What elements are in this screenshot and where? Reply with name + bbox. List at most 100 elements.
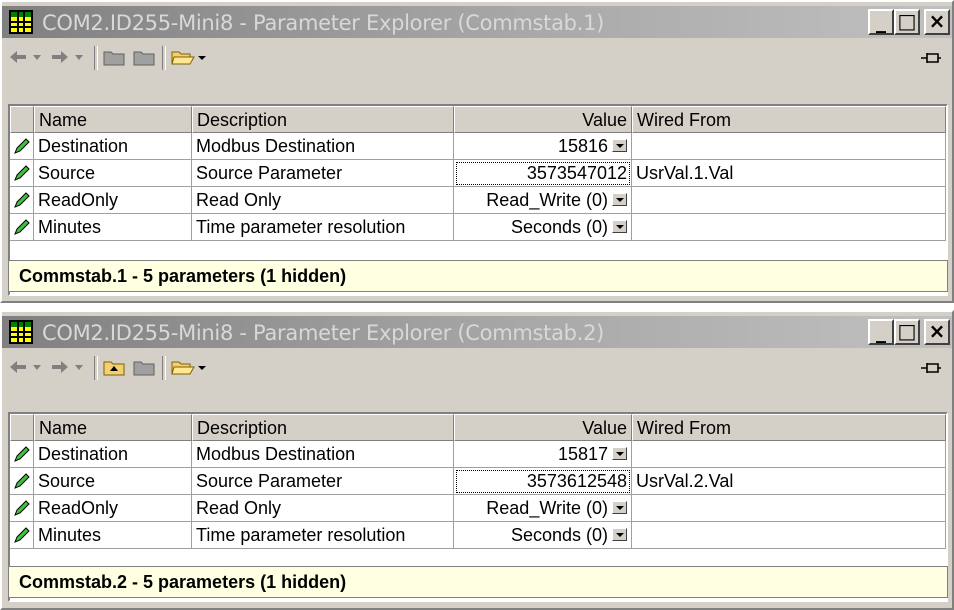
pencil-icon <box>14 192 30 208</box>
title-bar[interactable]: COM2.ID255-Mini8 - Parameter Explorer (C… <box>2 6 952 38</box>
cell-description: Read Only <box>192 187 454 214</box>
toolbar <box>2 40 952 74</box>
cell-name: Source <box>34 468 192 495</box>
dropdown-arrow-icon[interactable] <box>612 192 627 206</box>
row-marker <box>10 214 34 241</box>
dropdown-arrow-icon[interactable] <box>612 219 627 233</box>
toolbar-separator <box>94 46 98 70</box>
value-text: Seconds (0) <box>510 525 608 545</box>
row-marker <box>10 441 34 468</box>
column-header-value[interactable]: Value <box>454 414 632 441</box>
cell-name: Destination <box>34 441 192 468</box>
pencil-icon <box>14 446 30 462</box>
title-bar[interactable]: COM2.ID255-Mini8 - Parameter Explorer (C… <box>2 316 952 348</box>
table-row[interactable]: Destination Modbus Destination 15816 <box>10 133 946 160</box>
row-marker <box>10 160 34 187</box>
forward-dropdown-icon[interactable] <box>72 356 86 378</box>
dropdown-arrow-icon[interactable] <box>612 446 627 460</box>
value-text: 15817 <box>557 444 608 464</box>
folder-up-icon[interactable] <box>102 356 126 378</box>
back-arrow-icon[interactable] <box>8 46 28 68</box>
column-header-description[interactable]: Description <box>192 414 454 441</box>
column-header-value[interactable]: Value <box>454 106 632 133</box>
toolbar-separator <box>162 356 166 380</box>
column-header-wired-from[interactable]: Wired From <box>632 414 946 441</box>
back-arrow-icon[interactable] <box>8 356 28 378</box>
cell-description: Modbus Destination <box>192 441 454 468</box>
pin-icon[interactable] <box>920 360 942 381</box>
cell-wired-from <box>632 133 946 160</box>
column-header-name[interactable]: Name <box>34 106 192 133</box>
cell-description: Source Parameter <box>192 160 454 187</box>
grid-header: Name Description Value Wired From <box>10 414 946 441</box>
pin-icon[interactable] <box>920 50 942 71</box>
cell-name: Destination <box>34 133 192 160</box>
table-row[interactable]: Minutes Time parameter resolution Second… <box>10 522 946 549</box>
forward-arrow-icon[interactable] <box>50 356 70 378</box>
pencil-icon <box>14 219 30 235</box>
row-marker <box>10 133 34 160</box>
pencil-icon <box>14 527 30 543</box>
maximize-button[interactable]: □ <box>894 9 920 35</box>
cell-value[interactable]: Seconds (0) <box>454 522 632 549</box>
table-row[interactable]: Source Source Parameter 3573547012 UsrVa… <box>10 160 946 187</box>
table-row[interactable]: Destination Modbus Destination 15817 <box>10 441 946 468</box>
parameter-explorer-window-2: COM2.ID255-Mini8 - Parameter Explorer (C… <box>0 310 954 610</box>
cell-value[interactable]: 15817 <box>454 441 632 468</box>
cell-description: Read Only <box>192 495 454 522</box>
cell-description: Modbus Destination <box>192 133 454 160</box>
forward-arrow-icon[interactable] <box>50 46 70 68</box>
back-dropdown-icon[interactable] <box>30 356 44 378</box>
status-bar: Commstab.1 - 5 parameters (1 hidden) <box>8 260 948 292</box>
cell-value[interactable]: 3573547012 <box>454 160 632 187</box>
open-dropdown-icon[interactable] <box>196 46 208 68</box>
table-row[interactable]: Source Source Parameter 3573612548 UsrVa… <box>10 468 946 495</box>
table-row[interactable]: Minutes Time parameter resolution Second… <box>10 214 946 241</box>
folder-icon[interactable] <box>102 46 126 68</box>
cell-value[interactable]: 15816 <box>454 133 632 160</box>
cell-name: Minutes <box>34 214 192 241</box>
cell-name: Source <box>34 160 192 187</box>
dropdown-arrow-icon[interactable] <box>612 527 627 541</box>
parameter-explorer-window-1: COM2.ID255-Mini8 - Parameter Explorer (C… <box>0 0 954 303</box>
row-marker-header <box>10 106 34 133</box>
close-button[interactable]: × <box>924 9 950 35</box>
close-button[interactable]: × <box>924 319 950 345</box>
cell-wired-from: UsrVal.2.Val <box>632 468 946 495</box>
column-header-name[interactable]: Name <box>34 414 192 441</box>
cell-wired-from <box>632 495 946 522</box>
grid-header: Name Description Value Wired From <box>10 106 946 133</box>
open-folder-icon[interactable] <box>170 46 196 68</box>
cell-value[interactable]: Seconds (0) <box>454 214 632 241</box>
minimize-button[interactable]: _ <box>868 319 894 345</box>
cell-value[interactable]: Read_Write (0) <box>454 187 632 214</box>
cell-value[interactable]: Read_Write (0) <box>454 495 632 522</box>
value-text: Read_Write (0) <box>486 190 608 210</box>
cell-wired-from <box>632 522 946 549</box>
maximize-button[interactable]: □ <box>894 319 920 345</box>
table-row[interactable]: ReadOnly Read Only Read_Write (0) <box>10 187 946 214</box>
folder-icon[interactable] <box>132 356 156 378</box>
row-marker <box>10 187 34 214</box>
folder-icon[interactable] <box>132 46 156 68</box>
open-dropdown-icon[interactable] <box>196 356 208 378</box>
cell-wired-from: UsrVal.1.Val <box>632 160 946 187</box>
back-dropdown-icon[interactable] <box>30 46 44 68</box>
table-row[interactable]: ReadOnly Read Only Read_Write (0) <box>10 495 946 522</box>
column-header-wired-from[interactable]: Wired From <box>632 106 946 133</box>
minimize-button[interactable]: _ <box>868 9 894 35</box>
cell-wired-from <box>632 187 946 214</box>
column-header-description[interactable]: Description <box>192 106 454 133</box>
toolbar-separator <box>94 356 98 380</box>
dropdown-arrow-icon[interactable] <box>612 138 627 152</box>
toolbar <box>2 350 952 384</box>
pencil-icon <box>14 473 30 489</box>
row-marker <box>10 495 34 522</box>
forward-dropdown-icon[interactable] <box>72 46 86 68</box>
cell-description: Time parameter resolution <box>192 522 454 549</box>
cell-value[interactable]: 3573612548 <box>454 468 632 495</box>
cell-name: ReadOnly <box>34 187 192 214</box>
row-marker-header <box>10 414 34 441</box>
open-folder-icon[interactable] <box>170 356 196 378</box>
dropdown-arrow-icon[interactable] <box>612 500 627 514</box>
